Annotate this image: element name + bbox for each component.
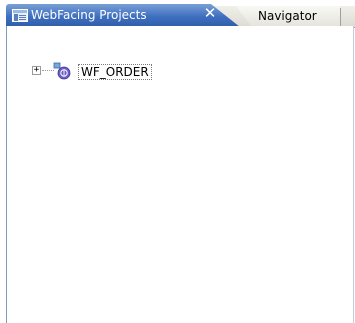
view-icon <box>12 9 28 22</box>
webfacing-projects-view: WebFacing Projects ✕ Navigator + WF_ORDE… <box>0 0 355 323</box>
close-icon[interactable]: ✕ <box>203 6 217 21</box>
tab-divider <box>340 8 341 26</box>
expand-icon[interactable]: + <box>32 66 41 75</box>
tree-item-label: WF_ORDER <box>78 64 152 80</box>
view-tab-bar: WebFacing Projects ✕ Navigator <box>0 0 355 28</box>
tree-item-wf-order[interactable]: + WF_ORDER <box>32 62 332 80</box>
webfacing-project-icon <box>53 62 71 80</box>
tab-webfacing-projects-label: WebFacing Projects <box>31 8 147 22</box>
tab-navigator-label[interactable]: Navigator <box>258 9 317 23</box>
